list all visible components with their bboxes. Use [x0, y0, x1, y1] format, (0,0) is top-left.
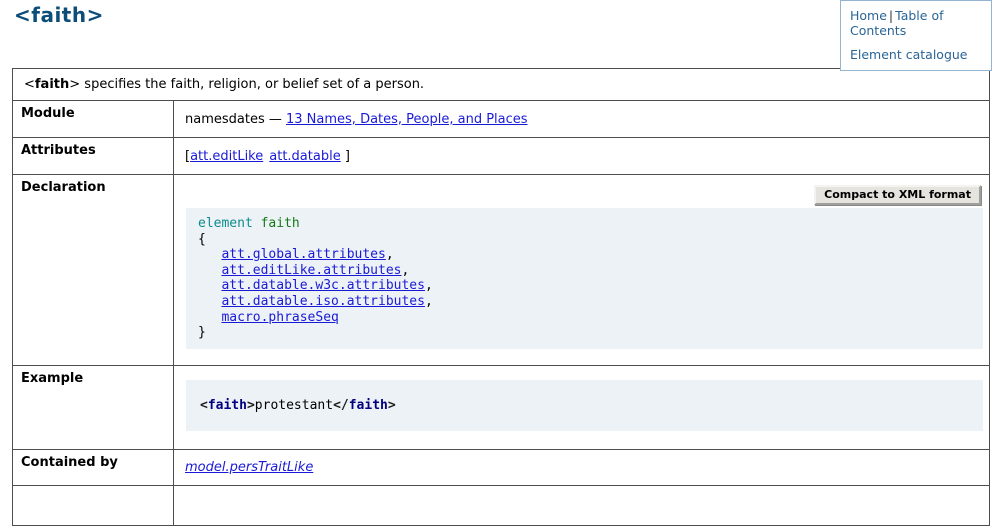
declaration-code-block: element faith { att.global.attributes, at…	[186, 208, 983, 349]
code-link-macro-phraseseq[interactable]: macro.phraseSeq	[221, 310, 338, 325]
description-cell: <faith> specifies the faith, religion, o…	[13, 69, 990, 101]
nav-separator: |	[887, 8, 895, 23]
page-title: <faith>	[14, 3, 104, 27]
nav-row-main: Home|Table of Contents	[850, 8, 983, 38]
attributes-row: Attributes [att.editLikeatt.datable ]	[13, 138, 990, 175]
code-comma: ,	[425, 294, 433, 309]
example-label: Example	[13, 365, 174, 449]
declaration-value-cell: Compact to XML format element faith { att…	[174, 175, 990, 366]
nav-box: Home|Table of Contents Element catalogue	[840, 0, 992, 71]
contained-by-row: Contained by model.persTraitLike	[13, 449, 990, 485]
example-value-cell: <faith>protestant</faith>	[174, 365, 990, 449]
partial-row-label-cell	[13, 485, 174, 525]
declaration-member-line: macro.phraseSeq	[198, 310, 971, 326]
compact-to-xml-button[interactable]: Compact to XML format	[814, 185, 981, 205]
code-comma: ,	[425, 278, 433, 293]
declaration-code-line-element: element faith	[198, 216, 971, 232]
example-open-tag-name: faith	[208, 398, 247, 413]
example-open-tag-lt: <	[200, 398, 208, 413]
example-close-tag-gt: >	[388, 398, 396, 413]
partial-row-value-cell	[174, 485, 990, 525]
attributes-label: Attributes	[13, 138, 174, 175]
code-comma: ,	[386, 247, 394, 262]
description-text: specifies the faith, religion, or belief…	[80, 77, 424, 92]
table-row-partial	[13, 485, 990, 525]
nav-link-element-catalogue[interactable]: Element catalogue	[850, 47, 968, 62]
page-header: <faith> Home|Table of Contents Element c…	[0, 0, 996, 68]
declaration-member-line: att.global.attributes,	[198, 247, 971, 263]
code-link-att-datable-w3c-attributes[interactable]: att.datable.w3c.attributes	[221, 278, 425, 293]
code-link-att-datable-iso-attributes[interactable]: att.datable.iso.attributes	[221, 294, 425, 309]
declaration-open-brace: {	[198, 232, 971, 248]
contained-by-value-cell: model.persTraitLike	[174, 449, 990, 485]
nav-row-catalogue: Element catalogue	[850, 47, 983, 62]
attribute-class-link-datable[interactable]: att.datable	[269, 149, 340, 164]
module-value-cell: namesdates — 13 Names, Dates, People, an…	[174, 101, 990, 138]
attributes-close-bracket: ]	[341, 149, 350, 164]
declaration-row: Declaration Compact to XML format elemen…	[13, 175, 990, 366]
contained-by-link-model-perstraitlike[interactable]: model.persTraitLike	[185, 460, 313, 475]
attributes-value-cell: [att.editLikeatt.datable ]	[174, 138, 990, 175]
code-element-name: faith	[261, 216, 300, 231]
declaration-member-line: att.datable.iso.attributes,	[198, 294, 971, 310]
declaration-member-line: att.datable.w3c.attributes,	[198, 278, 971, 294]
code-keyword-element: element	[198, 216, 253, 231]
module-label: Module	[13, 101, 174, 138]
declaration-toolbar: Compact to XML format	[174, 185, 981, 206]
declaration-member-line: att.editLike.attributes,	[198, 263, 971, 279]
element-spec-table: <faith> specifies the faith, religion, o…	[12, 68, 990, 526]
module-row: Module namesdates — 13 Names, Dates, Peo…	[13, 101, 990, 138]
module-name: namesdates —	[185, 112, 286, 127]
description-lt: <	[24, 77, 35, 92]
contained-by-label: Contained by	[13, 449, 174, 485]
description-row: <faith> specifies the faith, religion, o…	[13, 69, 990, 101]
example-text-content: protestant	[255, 398, 333, 413]
example-close-tag-name: faith	[349, 398, 388, 413]
code-link-att-editlike-attributes[interactable]: att.editLike.attributes	[221, 263, 401, 278]
example-row: Example <faith>protestant</faith>	[13, 365, 990, 449]
description-element-name: faith	[35, 77, 69, 92]
example-open-tag-gt: >	[247, 398, 255, 413]
code-comma: ,	[401, 263, 409, 278]
description-gt: >	[69, 77, 80, 92]
nav-link-home[interactable]: Home	[850, 8, 887, 23]
declaration-label: Declaration	[13, 175, 174, 366]
declaration-close-brace: }	[198, 325, 971, 341]
attribute-class-link-editlike[interactable]: att.editLike	[190, 149, 263, 164]
example-close-tag-lt: </	[333, 398, 349, 413]
code-link-att-global-attributes[interactable]: att.global.attributes	[221, 247, 385, 262]
example-code-block: <faith>protestant</faith>	[186, 380, 983, 432]
module-chapter-link[interactable]: 13 Names, Dates, People, and Places	[286, 112, 528, 127]
